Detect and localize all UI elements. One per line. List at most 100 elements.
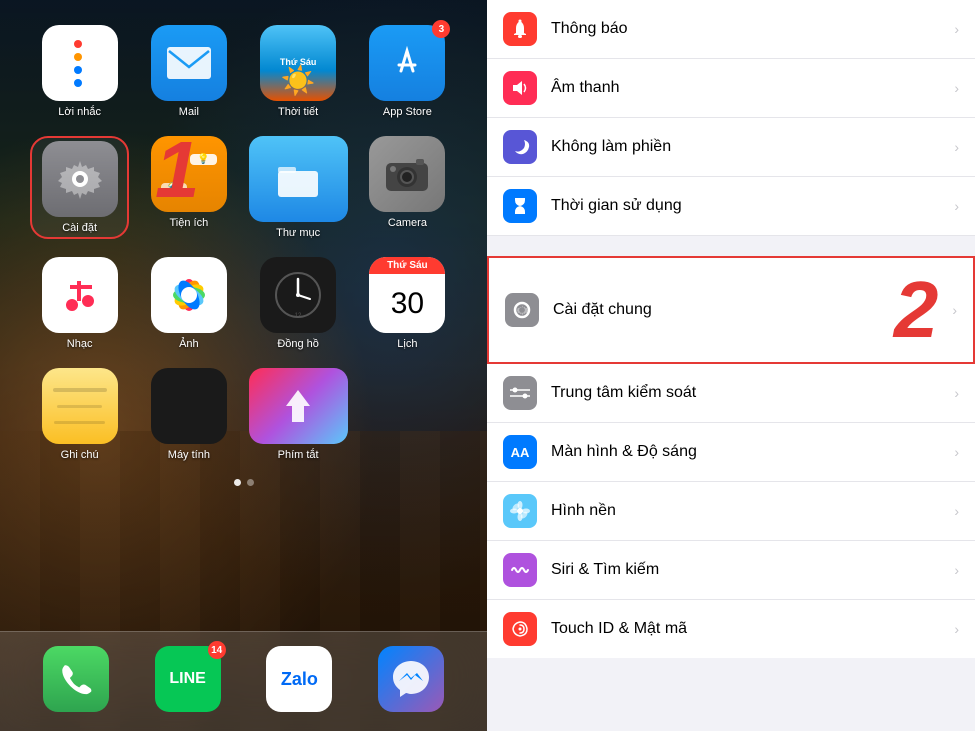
control-center-icon	[503, 376, 537, 410]
app-shortcuts[interactable]: Phím tắt	[249, 368, 348, 461]
display-label: Màn hình & Độ sáng	[551, 443, 940, 461]
app-settings[interactable]: Cài đặt	[30, 136, 129, 239]
section-divider	[487, 236, 975, 256]
app-label-files: Thư mục	[276, 227, 320, 239]
siri-icon	[503, 553, 537, 587]
clock-icon: 12	[272, 269, 324, 321]
settings-item-display[interactable]: AA Màn hình & Độ sáng ›	[487, 423, 975, 482]
settings-item-general[interactable]: Cài đặt chung 2 ›	[487, 256, 975, 364]
control-center-chevron: ›	[954, 385, 959, 401]
general-icon	[505, 293, 539, 327]
settings-item-dnd[interactable]: Không làm phiền ›	[487, 118, 975, 177]
app-label-photos: Ảnh	[179, 338, 199, 350]
screentime-label: Thời gian sử dụng	[551, 197, 940, 215]
dock: LINE 14 Zalo	[0, 631, 487, 731]
messenger-icon	[391, 659, 431, 699]
home-screen: Lời nhắc Mail Thứ Sáu ☀️	[0, 0, 487, 731]
moon-icon	[510, 137, 530, 157]
settings-panel: Thông báo › Âm thanh › Không làm phiền ›	[487, 0, 975, 731]
page-dot-2	[247, 479, 254, 486]
sounds-chevron: ›	[954, 80, 959, 96]
camera-icon	[384, 155, 430, 193]
settings-list: Thông báo › Âm thanh › Không làm phiền ›	[487, 0, 975, 731]
speaker-icon	[510, 78, 530, 98]
siri-label: Siri & Tìm kiếm	[551, 561, 940, 579]
display-icon: AA	[503, 435, 537, 469]
app-appstore[interactable]: 3 App Store	[358, 25, 457, 118]
page-dot-1	[234, 479, 241, 486]
line-badge: 14	[208, 641, 226, 659]
app-clock[interactable]: 12 Đồng hồ	[249, 257, 348, 350]
settings-item-touchid[interactable]: Touch ID & Mật mã ›	[487, 600, 975, 658]
settings-item-sounds[interactable]: Âm thanh ›	[487, 59, 975, 118]
dock-messenger[interactable]	[378, 646, 444, 712]
appstore-badge: 3	[432, 20, 450, 38]
settings-item-siri[interactable]: Siri & Tìm kiếm ›	[487, 541, 975, 600]
notifications-chevron: ›	[954, 21, 959, 37]
app-mail[interactable]: Mail	[139, 25, 238, 118]
appstore-icon	[385, 41, 429, 85]
app-photos[interactable]: Ảnh	[139, 257, 238, 350]
siri-wave-icon	[510, 560, 530, 580]
notifications-label: Thông báo	[551, 20, 940, 38]
general-label: Cài đặt chung	[553, 301, 884, 319]
app-music[interactable]: Nhạc	[30, 257, 129, 350]
dnd-label: Không làm phiền	[551, 138, 940, 156]
settings-item-control-center[interactable]: Trung tâm kiểm soát ›	[487, 364, 975, 423]
wallpaper-label: Hình nền	[551, 502, 940, 520]
app-label-camera: Camera	[388, 217, 427, 229]
screentime-icon	[503, 189, 537, 223]
shortcuts-icon	[278, 386, 318, 426]
photos-icon	[159, 265, 219, 325]
app-camera[interactable]: Camera	[358, 136, 457, 239]
dock-phone[interactable]	[43, 646, 109, 712]
general-label-container: Cài đặt chung 2	[553, 270, 938, 350]
dnd-icon	[503, 130, 537, 164]
app-label-mail: Mail	[179, 106, 199, 118]
app-label-notes: Ghi chú	[61, 449, 99, 461]
settings-item-wallpaper[interactable]: Hình nền ›	[487, 482, 975, 541]
app-calculator[interactable]: Máy tính	[139, 368, 238, 461]
app-files[interactable]: Thư mục	[249, 136, 348, 239]
sliders-icon	[510, 383, 530, 403]
calendar-weekday: Thứ Sáu	[369, 257, 445, 274]
touchid-label: Touch ID & Mật mã	[551, 620, 940, 638]
mail-icon	[167, 47, 211, 79]
hourglass-icon	[510, 196, 530, 216]
notifications-icon	[503, 12, 537, 46]
screentime-chevron: ›	[954, 198, 959, 214]
app-reminders[interactable]: Lời nhắc	[30, 25, 129, 118]
page-indicator	[20, 471, 467, 494]
calendar-day: 30	[391, 274, 424, 333]
app-notes[interactable]: Ghi chú	[30, 368, 129, 461]
app-grid: Lời nhắc Mail Thứ Sáu ☀️	[20, 15, 467, 471]
settings-item-notifications[interactable]: Thông báo ›	[487, 0, 975, 59]
settings-item-screentime[interactable]: Thời gian sử dụng ›	[487, 177, 975, 236]
display-chevron: ›	[954, 444, 959, 460]
dock-line-wrap: LINE 14	[155, 646, 221, 712]
app-label-reminders: Lời nhắc	[58, 106, 101, 118]
touchid-chevron: ›	[954, 621, 959, 637]
music-icon	[60, 275, 100, 315]
files-icon	[276, 159, 320, 199]
app-label-weather: Thời tiết	[278, 106, 318, 118]
gear-icon	[512, 300, 532, 320]
app-calendar[interactable]: Thứ Sáu 30 Lịch	[358, 257, 457, 350]
app-label-calculator: Máy tính	[168, 449, 210, 461]
bell-icon	[510, 19, 530, 39]
app-label-settings: Cài đặt	[62, 222, 97, 234]
sounds-icon	[503, 71, 537, 105]
settings-gear-icon	[56, 155, 104, 203]
app-label-calendar: Lịch	[397, 338, 417, 350]
sounds-label: Âm thanh	[551, 79, 940, 97]
flower-icon	[510, 501, 530, 521]
control-center-label: Trung tâm kiểm soát	[551, 384, 940, 402]
wallpaper-icon	[503, 494, 537, 528]
dock-zalo[interactable]: Zalo	[266, 646, 332, 712]
app-label-music: Nhạc	[67, 338, 93, 350]
fingerprint-icon	[510, 619, 530, 639]
dnd-chevron: ›	[954, 139, 959, 155]
app-label-utilities: Tiện ích	[170, 217, 209, 229]
siri-chevron: ›	[954, 562, 959, 578]
app-weather[interactable]: Thứ Sáu ☀️ Thời tiết	[249, 25, 348, 118]
